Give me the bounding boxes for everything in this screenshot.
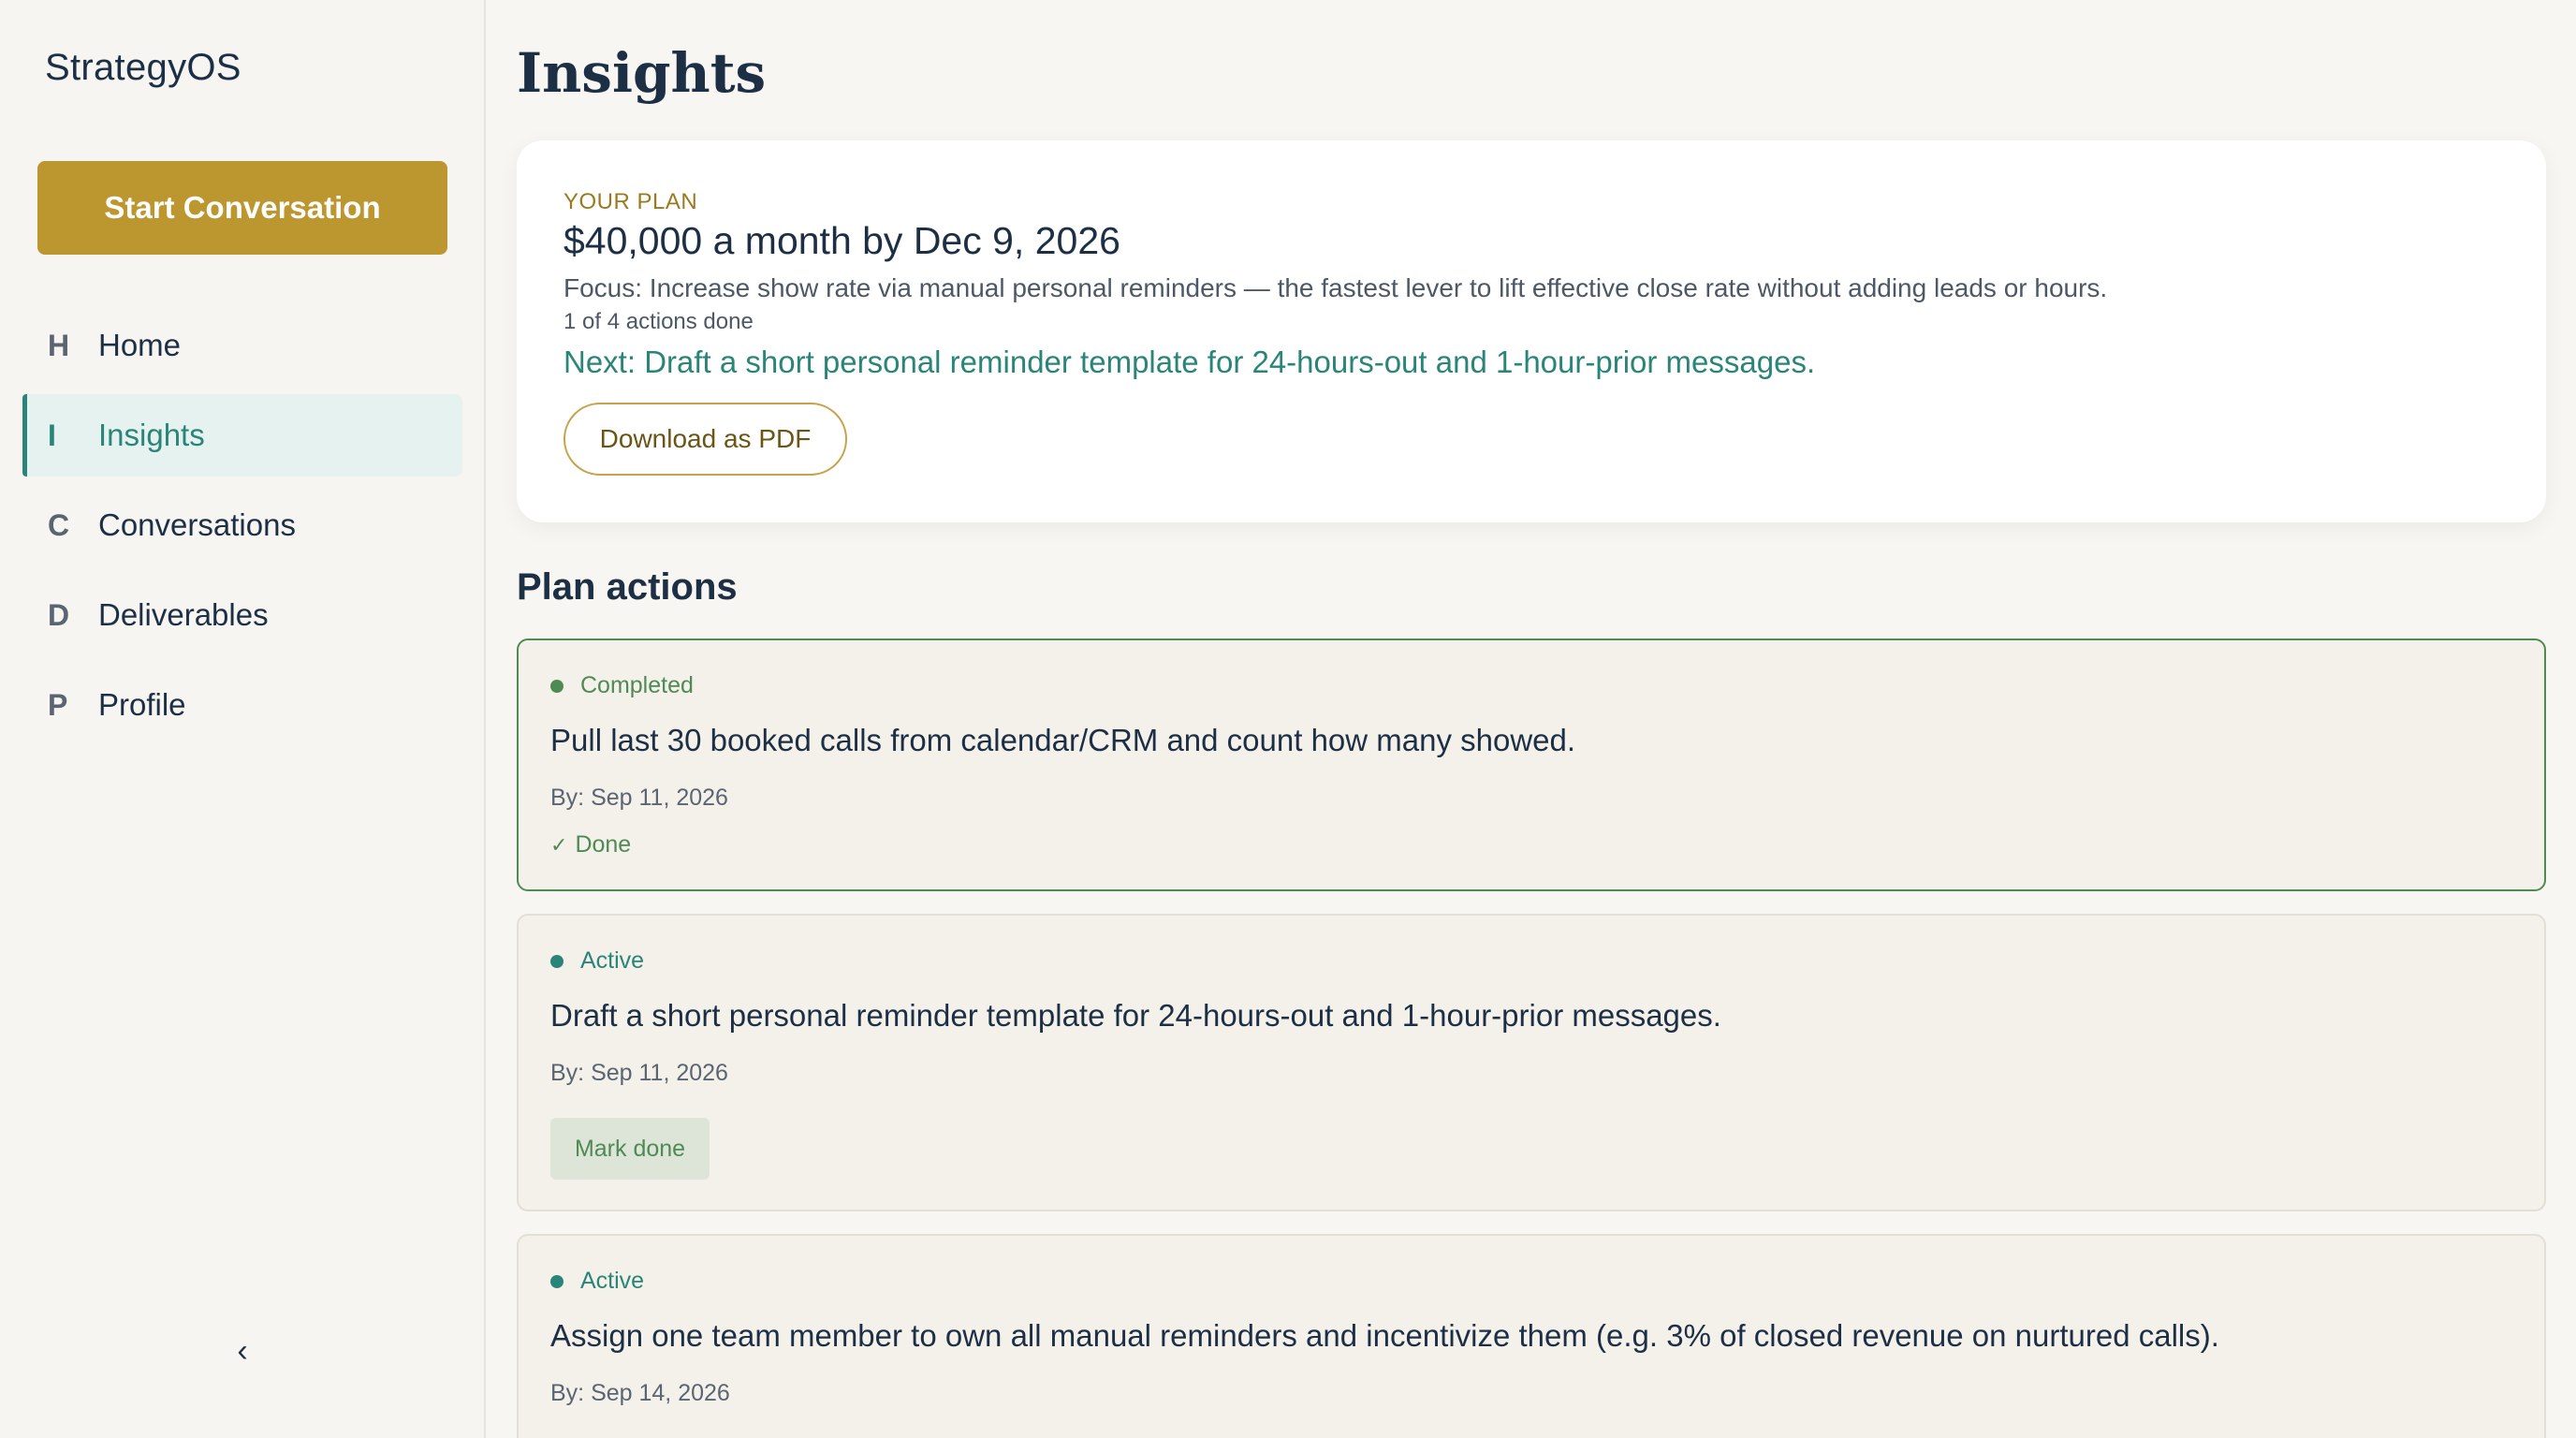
plan-focus: Focus: Increase show rate via manual per… (564, 273, 2108, 302)
sidebar-item-home[interactable]: H Home (22, 304, 462, 387)
status-badge: Active (550, 947, 644, 975)
sidebar-nav: H Home I Insights C Conversations D Deli… (22, 304, 462, 754)
action-due-date: By: Sep 11, 2026 (550, 1060, 728, 1086)
start-conversation-button[interactable]: Start Conversation (37, 161, 447, 255)
action-card: Completed Pull last 30 booked calls from… (517, 638, 2546, 891)
status-dot-icon (550, 1274, 564, 1288)
check-icon: ✓ (550, 832, 568, 857)
sidebar-item-label: Home (98, 328, 182, 362)
sidebar-item-conversations[interactable]: C Conversations (22, 484, 462, 566)
sidebar-item-label: Insights (98, 418, 205, 452)
action-title: Pull last 30 booked calls from calendar/… (550, 723, 1576, 757)
sidebar-item-insights[interactable]: I Insights (22, 394, 462, 477)
plan-card: YOUR PLAN $40,000 a month by Dec 9, 2026… (517, 140, 2546, 522)
action-title: Assign one team member to own all manual… (550, 1318, 2219, 1353)
status-label: Active (580, 1268, 645, 1294)
plan-actions-title: Plan actions (517, 566, 738, 608)
plan-next-action: Next: Draft a short personal reminder te… (564, 345, 1816, 379)
mark-done-button[interactable]: Mark done (550, 1118, 710, 1180)
chevron-left-icon[interactable]: ‹ (230, 1333, 255, 1369)
status-label: Active (580, 947, 645, 974)
conversations-icon: C (48, 507, 70, 542)
sidebar-item-label: Deliverables (98, 597, 269, 632)
status-badge: Completed (550, 672, 694, 699)
sidebar-item-deliverables[interactable]: D Deliverables (22, 574, 462, 656)
action-card: Active Assign one team member to own all… (517, 1234, 2546, 1438)
action-due-date: By: Sep 11, 2026 (550, 785, 728, 811)
plan-eyebrow: YOUR PLAN (564, 189, 698, 214)
status-dot-icon (550, 679, 564, 693)
status-dot-icon (550, 954, 564, 968)
plan-goal: $40,000 a month by Dec 9, 2026 (564, 219, 1120, 262)
page-title: Insights (517, 41, 767, 105)
app-logo[interactable]: StrategyOS (45, 47, 242, 89)
insights-icon: I (48, 418, 56, 452)
done-label: Done (575, 831, 632, 858)
download-pdf-button[interactable]: Download as PDF (564, 403, 847, 476)
home-icon: H (48, 328, 70, 362)
plan-progress: 1 of 4 actions done (564, 309, 754, 334)
sidebar: StrategyOS Start Conversation H Home I I… (0, 0, 486, 1438)
app-root: StrategyOS Start Conversation H Home I I… (0, 0, 2576, 1438)
done-indicator: ✓ Done (550, 831, 631, 858)
sidebar-item-label: Profile (98, 687, 186, 722)
deliverables-icon: D (48, 597, 70, 632)
action-due-date: By: Sep 14, 2026 (550, 1380, 730, 1406)
sidebar-item-label: Conversations (98, 507, 296, 542)
action-card: Active Draft a short personal reminder t… (517, 914, 2546, 1211)
sidebar-item-profile[interactable]: P Profile (22, 664, 462, 746)
action-title: Draft a short personal reminder template… (550, 998, 1721, 1033)
status-badge: Active (550, 1268, 644, 1295)
profile-icon: P (48, 687, 68, 722)
status-label: Completed (580, 672, 694, 698)
main-content: Insights YOUR PLAN $40,000 a month by De… (517, 0, 2548, 1438)
